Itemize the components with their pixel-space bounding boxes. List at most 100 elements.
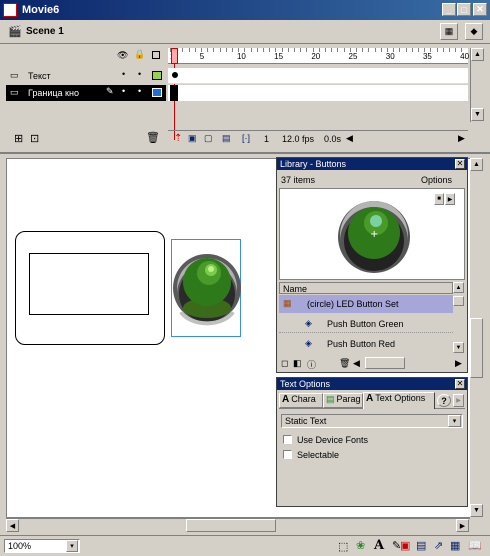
selectable-row[interactable]: Selectable — [283, 449, 463, 461]
layer-frames[interactable] — [168, 68, 468, 84]
onion-outline-icon[interactable]: ▢ — [204, 133, 213, 144]
new-folder-icon[interactable]: ◧ — [293, 358, 302, 369]
status-bar: 100% ▾ ⬚ ❀ A ✎ ▣ ▤ ⇗ ▦ 📖 — [0, 535, 490, 556]
library-column-header[interactable]: Name — [279, 282, 453, 294]
scroll-left-icon[interactable]: ◀ — [353, 358, 360, 369]
add-guide-icon[interactable]: ⊡ — [30, 132, 39, 145]
library-item-selected[interactable]: ▦ (circle) LED Button Set — [279, 295, 453, 313]
character-icon: A — [282, 394, 290, 405]
tab-paragraph[interactable]: ▤ Parag — [323, 393, 363, 408]
keyframe[interactable] — [172, 72, 178, 78]
scroll-left-icon[interactable]: ◀ — [346, 133, 353, 144]
library-item[interactable]: ◈ Push Button Red — [279, 335, 453, 353]
selectable-checkbox[interactable] — [283, 450, 292, 459]
scroll-down-icon[interactable]: ▼ — [471, 108, 484, 121]
scroll-right-icon[interactable]: ▶ — [458, 133, 465, 144]
led-button-instance[interactable] — [171, 239, 241, 337]
button-symbol-icon: ◈ — [305, 318, 312, 328]
name-column: Name — [283, 284, 308, 294]
onion-markers-icon[interactable]: [·] — [242, 133, 250, 143]
play-icon[interactable]: ▶ — [445, 193, 455, 205]
layer-frames[interactable] — [168, 85, 468, 101]
character-panel-icon[interactable]: A — [374, 538, 384, 553]
layer-row[interactable]: ▭ Текст • • — [6, 68, 166, 84]
visible-dot[interactable]: • — [122, 86, 125, 96]
edit-scene-icon[interactable]: ▦ — [440, 23, 458, 40]
zoom-select[interactable]: 100% ▾ — [4, 539, 80, 553]
instance-panel-icon[interactable]: ❀ — [356, 539, 365, 552]
selected-frame[interactable] — [170, 85, 178, 101]
scroll-left-icon[interactable]: ◀ — [6, 519, 19, 532]
h-scroll-thumb[interactable] — [186, 519, 276, 532]
new-symbol-icon[interactable]: ◻ — [281, 358, 288, 369]
frame-ruler[interactable]: 1510152025303540 — [168, 48, 469, 64]
scroll-up-icon[interactable]: ▲ — [453, 282, 464, 293]
close-button[interactable]: ✕ — [473, 3, 487, 16]
library-close-button[interactable]: ✕ — [455, 159, 465, 169]
scroll-up-icon[interactable]: ▲ — [471, 48, 484, 61]
ruler-tick — [374, 48, 376, 52]
use-device-fonts-label: Use Device Fonts — [297, 435, 369, 445]
chevron-down-icon[interactable]: ▾ — [448, 415, 461, 427]
trash-icon[interactable]: 🗑 — [146, 131, 160, 144]
help-icon[interactable]: ? — [437, 394, 451, 407]
lock-dot[interactable]: • — [138, 69, 141, 79]
onion-skin-icon[interactable]: ▣ — [188, 133, 197, 144]
minimize-button[interactable]: _ — [442, 3, 456, 16]
delete-icon[interactable]: 🗑 — [339, 358, 350, 369]
movie-explorer-icon[interactable]: ▦ — [450, 539, 460, 552]
layer-color[interactable] — [152, 71, 162, 80]
stage-hscroll[interactable]: ◀ ▶ — [6, 518, 470, 532]
layer-row-selected[interactable]: ▭ Граница кно ✎ • • — [6, 85, 166, 101]
chevron-down-icon[interactable]: ▾ — [66, 540, 78, 552]
library-item[interactable]: ◈ Push Button Green — [279, 315, 453, 333]
lock-icon[interactable]: 🔒 — [134, 49, 145, 60]
fill-panel-icon[interactable]: ▣ — [400, 539, 410, 552]
visible-dot[interactable]: • — [122, 69, 125, 79]
maximize-button[interactable]: □ — [457, 3, 471, 16]
edit-multiple-icon[interactable]: ▤ — [222, 133, 231, 144]
use-device-fonts-checkbox[interactable] — [283, 435, 292, 444]
scroll-up-icon[interactable]: ▲ — [470, 158, 483, 171]
stop-icon[interactable]: ■ — [434, 193, 444, 205]
text-type-select[interactable]: Static Text ▾ — [281, 414, 463, 428]
layer-name: Граница кно — [28, 88, 79, 98]
lock-dot[interactable]: • — [138, 86, 141, 96]
timeline-status: ⇡ ▣ ▢ ▤ [·] 1 12.0 fps 0.0s ◀ ▶ — [168, 130, 468, 146]
scroll-down-icon[interactable]: ▼ — [470, 504, 483, 517]
add-layer-icon[interactable]: ⊞ — [14, 132, 23, 145]
center-frame-icon[interactable]: ⇡ — [174, 133, 182, 144]
tab-character[interactable]: A Chara — [279, 393, 323, 408]
timeline-vscroll[interactable]: ▲ ▼ — [470, 48, 484, 122]
ruler-tick — [182, 48, 184, 52]
library-item-label: Push Button Green — [327, 319, 404, 329]
wide-view-icon[interactable] — [453, 296, 464, 306]
outline-icon[interactable] — [152, 51, 160, 59]
library-vscroll[interactable]: ▲ ▼ — [453, 282, 465, 354]
playhead[interactable] — [171, 48, 178, 64]
tab-text-options[interactable]: A Text Options — [363, 392, 435, 409]
scroll-right-icon[interactable]: ▶ — [455, 358, 462, 369]
inner-rect-shape[interactable] — [29, 253, 149, 315]
ruler-tick — [343, 48, 345, 52]
eye-icon[interactable]: 👁 — [117, 50, 128, 61]
use-device-fonts-row[interactable]: Use Device Fonts — [283, 434, 463, 446]
library-options-menu[interactable]: Options — [421, 175, 452, 185]
properties-icon[interactable]: ⓘ — [307, 358, 316, 371]
tab-scroll-right-icon[interactable]: ▶ — [453, 394, 464, 407]
stage-vscroll[interactable]: ▲ ▼ — [470, 158, 484, 518]
mixer-panel-icon[interactable]: ⇗ — [434, 539, 443, 552]
text-options-close-button[interactable]: ✕ — [455, 379, 465, 389]
ruler-label: 5 — [199, 52, 205, 61]
layer-color[interactable] — [152, 88, 162, 97]
scroll-down-icon[interactable]: ▼ — [453, 342, 464, 353]
v-scroll-thumb[interactable] — [470, 318, 483, 378]
scroll-right-icon[interactable]: ▶ — [456, 519, 469, 532]
scene-panel-icon[interactable]: ⬚ — [338, 540, 348, 553]
timeline: 👁 🔒 1510152025303540 ▭ Текст • • ▭ Грани… — [0, 46, 490, 150]
library-panel-icon[interactable]: ▤ — [416, 539, 426, 552]
actions-panel-icon[interactable]: 📖 — [468, 539, 482, 552]
library-hscroll-thumb[interactable] — [365, 357, 405, 369]
edit-symbols-icon[interactable]: ◆ — [465, 23, 483, 40]
scene-bar: 🎬 Scene 1 ▦ ◆ — [0, 20, 490, 44]
